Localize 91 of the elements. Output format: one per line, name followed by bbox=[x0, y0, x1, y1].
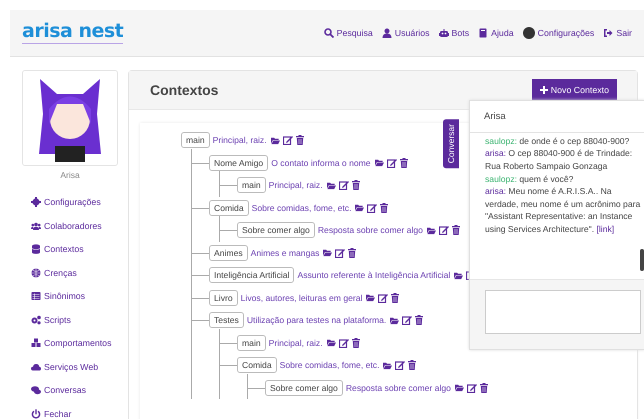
context-node[interactable]: Nome Amigo bbox=[209, 154, 268, 171]
robot-icon bbox=[438, 28, 448, 38]
database-icon bbox=[31, 244, 41, 254]
search-icon bbox=[324, 28, 334, 38]
sidebar-item[interactable]: Crenças bbox=[31, 264, 112, 280]
message-input[interactable] bbox=[485, 290, 641, 334]
context-node[interactable]: Sobre comer algo bbox=[237, 222, 315, 238]
trash-icon bbox=[407, 360, 418, 370]
folder-icon bbox=[454, 383, 465, 392]
sidebar-item[interactable]: Conversas bbox=[31, 382, 112, 398]
sidebar-item[interactable]: Colaboradores bbox=[31, 218, 112, 234]
context-node[interactable]: Animes bbox=[209, 244, 248, 261]
nav-link[interactable]: Configurações bbox=[522, 27, 594, 39]
context-node[interactable]: Comida bbox=[237, 357, 277, 374]
bot-name: Arisa bbox=[60, 170, 80, 180]
folder-icon bbox=[326, 338, 337, 348]
sidebar-item[interactable]: Fechar bbox=[31, 406, 112, 419]
nav-link[interactable]: Usuários bbox=[382, 27, 430, 39]
trash-icon bbox=[350, 180, 361, 190]
nav-link[interactable]: Bots bbox=[438, 27, 470, 39]
sidebar-item[interactable]: Configurações bbox=[31, 194, 112, 210]
chat-message: saulopz: quem é você? bbox=[485, 172, 574, 186]
user-icon bbox=[382, 28, 392, 38]
folder-icon bbox=[453, 270, 464, 280]
trash-icon bbox=[347, 248, 358, 258]
sidebar-item[interactable]: Comportamentos bbox=[31, 335, 112, 351]
context-node[interactable]: Livro bbox=[209, 290, 238, 306]
users-icon bbox=[31, 220, 41, 230]
trash-icon bbox=[350, 338, 361, 348]
context-node[interactable]: Testes bbox=[209, 312, 244, 328]
context-node[interactable]: Comida bbox=[209, 200, 249, 216]
context-description[interactable]: Sobre comidas, fome, etc. bbox=[280, 360, 380, 370]
folder-icon bbox=[326, 180, 337, 190]
folder-icon bbox=[382, 360, 394, 370]
folder-icon bbox=[365, 293, 376, 302]
folder-icon bbox=[374, 158, 385, 168]
context-description[interactable]: Assunto referente à Inteligência Artificial bbox=[297, 270, 450, 280]
nav-link[interactable]: Pesquisa bbox=[324, 27, 373, 39]
folder-icon bbox=[389, 316, 400, 325]
trash-icon bbox=[478, 382, 489, 393]
chat-title: Arisa bbox=[484, 110, 506, 122]
context-description[interactable]: Livos, autores, leituras em geral bbox=[240, 292, 362, 303]
sidebar-item[interactable]: Scripts bbox=[31, 312, 112, 328]
context-node[interactable]: Inteligência Artificial bbox=[209, 267, 294, 284]
sidebar-item[interactable]: Serviços Web bbox=[31, 358, 112, 374]
gear-icon bbox=[31, 197, 41, 207]
table-icon bbox=[31, 291, 41, 301]
scrollbar-thumb[interactable] bbox=[640, 248, 644, 271]
folder-icon bbox=[354, 203, 366, 212]
avatar-icon bbox=[522, 27, 535, 39]
trash-icon bbox=[294, 135, 305, 146]
nav-link[interactable]: Ajuda bbox=[478, 27, 514, 39]
gears-icon bbox=[31, 314, 41, 324]
trash-icon bbox=[450, 225, 461, 236]
trash-icon bbox=[414, 315, 424, 326]
message-link[interactable]: [link] bbox=[596, 224, 614, 234]
chat-bubbles-icon bbox=[31, 385, 41, 395]
cubes-icon bbox=[31, 338, 41, 348]
chat-message: arisa: Meu nome é A.R.I.S.A.. Na verdade, meu nome é um acrônimo para "Assistant Representative: an Instance using Services Architecture". [link] bbox=[485, 185, 641, 236]
trash-icon bbox=[379, 202, 390, 213]
context-description[interactable]: O contato informa o nome bbox=[271, 158, 371, 168]
context-node[interactable]: Sobre comer algo bbox=[265, 380, 343, 396]
chat-message: saulopz: de onde é o cep 88040-900? bbox=[485, 134, 630, 148]
context-description[interactable]: Animes e mangas bbox=[250, 248, 320, 258]
sign-out-icon bbox=[603, 28, 614, 38]
context-description[interactable]: Resposta sobre comer algo bbox=[346, 382, 451, 393]
nav-link[interactable]: Sair bbox=[603, 27, 632, 39]
folder-icon bbox=[426, 226, 437, 235]
context-node[interactable]: main bbox=[237, 177, 266, 194]
book-icon bbox=[478, 28, 488, 38]
cloud-icon bbox=[31, 362, 41, 372]
context-description[interactable]: Resposta sobre comer algo bbox=[318, 225, 423, 236]
context-description[interactable]: Principal, raiz. bbox=[212, 135, 267, 146]
context-node[interactable]: main bbox=[237, 334, 266, 351]
new-context-button[interactable]: Novo Contexto bbox=[532, 78, 617, 102]
trash-icon bbox=[398, 158, 409, 168]
context-description[interactable]: Principal, raiz. bbox=[268, 338, 323, 348]
context-node[interactable]: main bbox=[181, 132, 210, 148]
globe-icon bbox=[31, 268, 41, 278]
folder-icon bbox=[270, 136, 281, 145]
plus-icon bbox=[540, 86, 548, 94]
sidebar-item[interactable]: Contextos bbox=[31, 241, 112, 257]
page-title: Contextos bbox=[150, 82, 218, 98]
chat-tab-button[interactable]: Conversar bbox=[443, 119, 459, 168]
context-description[interactable]: Utilização para testes na plataforma. bbox=[246, 315, 386, 326]
trash-icon bbox=[390, 292, 400, 303]
power-icon bbox=[31, 408, 41, 418]
context-description[interactable]: Sobre comidas, fome, etc. bbox=[252, 202, 352, 213]
context-description[interactable]: Principal, raiz. bbox=[268, 180, 323, 190]
sidebar-item[interactable]: Sinônimos bbox=[31, 288, 112, 304]
folder-icon bbox=[322, 248, 334, 258]
